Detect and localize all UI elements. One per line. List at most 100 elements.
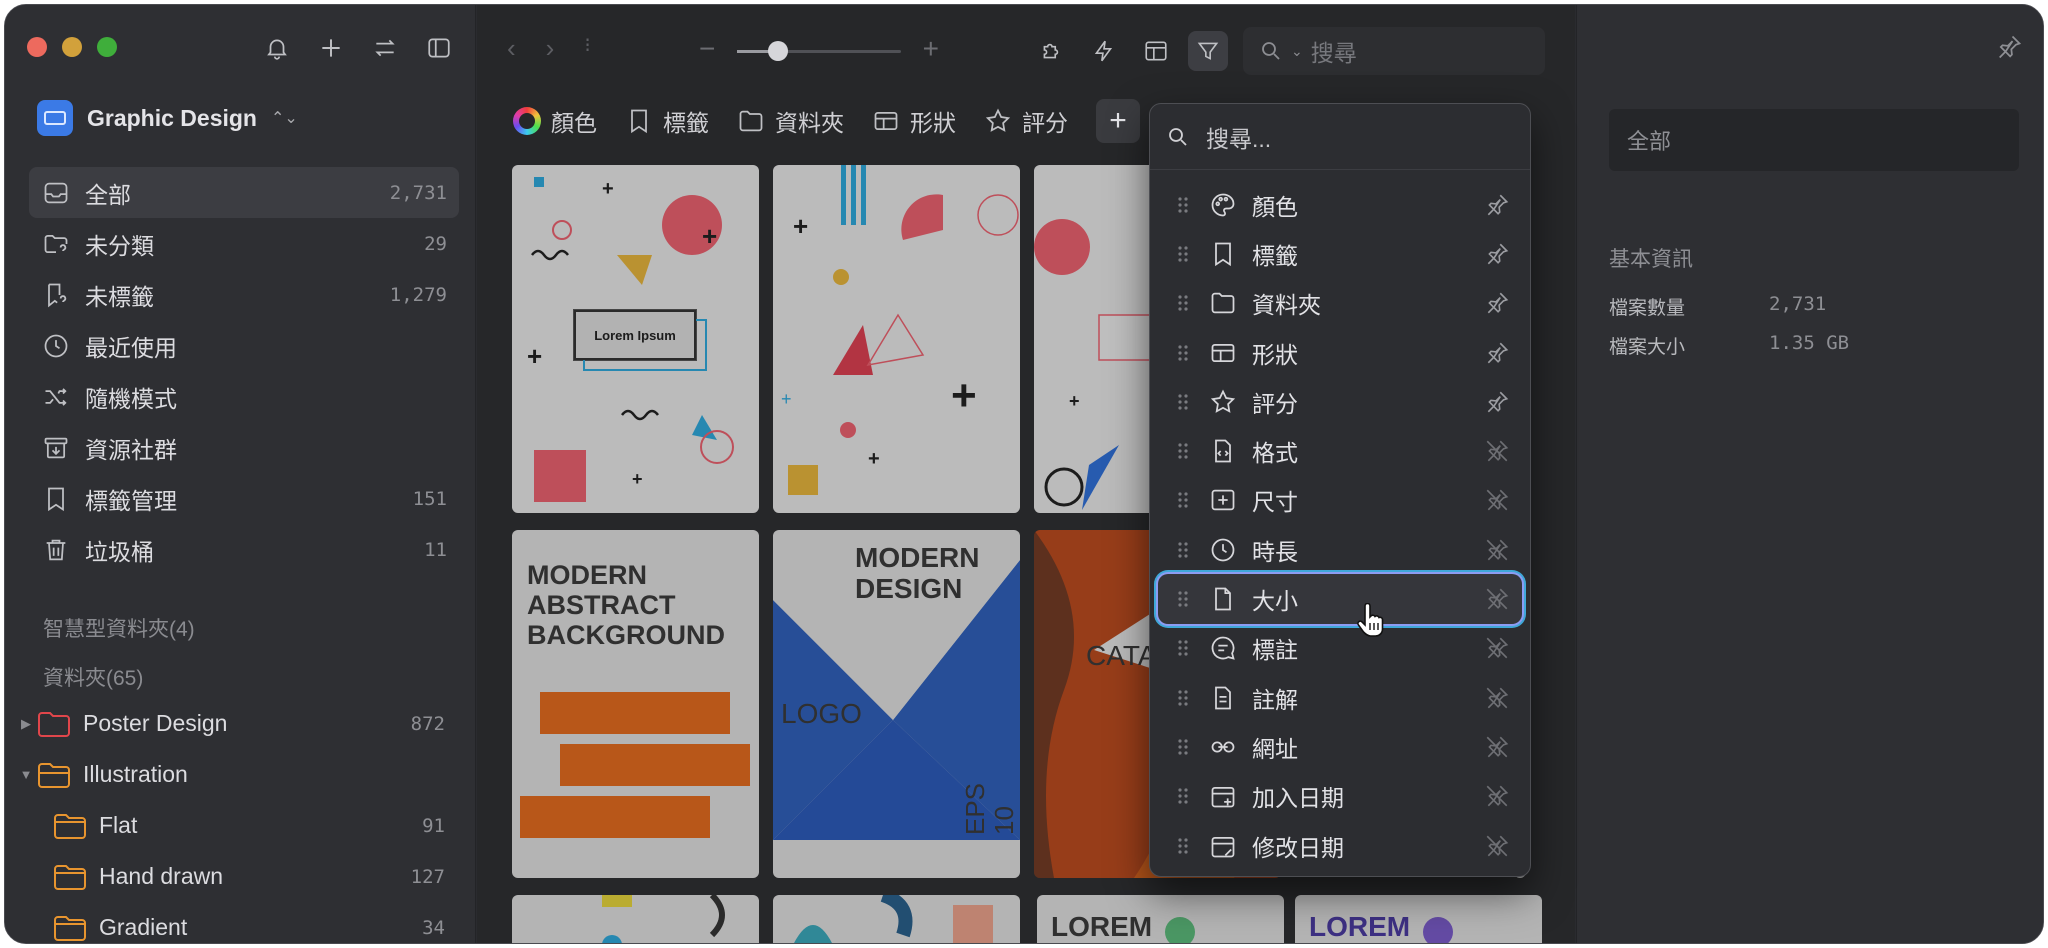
drag-handle-icon[interactable] [1176, 786, 1190, 806]
filter-option[interactable]: 標籤 [1158, 229, 1522, 278]
plus-icon[interactable] [314, 31, 348, 65]
folder-item-illustration[interactable]: ▼ Illustration [15, 749, 459, 800]
asset-thumbnail[interactable] [512, 895, 759, 943]
library-switcher[interactable]: Graphic Design ⌃⌄ [37, 100, 298, 136]
filter-option[interactable]: 加入日期 [1158, 772, 1522, 821]
asset-thumbnail[interactable]: MODERN DESIGN LOGO EPS 10 [773, 530, 1020, 878]
filter-option[interactable]: 評分 [1158, 377, 1522, 426]
filter-rating[interactable]: 評分 [984, 104, 1068, 138]
nav-item-recent[interactable]: 最近使用 [29, 320, 459, 371]
filter-search-input[interactable]: 搜尋... [1150, 104, 1530, 170]
drag-handle-icon[interactable] [1176, 293, 1190, 313]
unpin-icon[interactable] [1484, 833, 1510, 859]
layout-icon[interactable] [1136, 31, 1176, 71]
filter-folders[interactable]: 資料夾 [737, 104, 844, 138]
nav-item-tag-manager[interactable]: 標籤管理 151 [29, 473, 459, 524]
chevron-down-icon[interactable]: ▼ [15, 767, 37, 782]
forward-arrow-icon[interactable]: › [546, 33, 555, 64]
zoom-window-button[interactable] [97, 37, 117, 57]
filter-tags[interactable]: 標籤 [625, 104, 709, 138]
pin-icon[interactable] [1484, 290, 1510, 316]
filter-picker-dropdown: 搜尋... 顏色 標籤 資料夾 形狀 評分 格式 尺寸 時長 大小 標註 註解 網址 加入日期 修改日期 [1149, 103, 1531, 877]
drag-handle-icon[interactable] [1176, 540, 1190, 560]
drag-handle-icon[interactable] [1176, 441, 1190, 461]
asset-thumbnail[interactable]: LOREM IPSUM [1037, 895, 1284, 943]
chevron-right-icon[interactable]: ▶ [15, 716, 37, 732]
filter-option[interactable]: 形狀 [1158, 328, 1522, 377]
drag-handle-icon[interactable] [1176, 343, 1190, 363]
folder-item-hand-drawn[interactable]: Hand drawn 127 [15, 851, 459, 902]
filter-option[interactable]: 資料夾 [1158, 279, 1522, 328]
palette-icon [1208, 190, 1238, 220]
filter-option[interactable]: 時長 [1158, 525, 1522, 574]
drag-handle-icon[interactable] [1176, 589, 1190, 609]
filter-icon[interactable] [1188, 31, 1228, 71]
nav-item-community[interactable]: 資源社群 [29, 422, 459, 473]
filter-option[interactable]: 標註 [1158, 624, 1522, 673]
unpin-icon[interactable] [1484, 438, 1510, 464]
lightning-icon[interactable] [1084, 31, 1124, 71]
drag-handle-icon[interactable] [1176, 392, 1190, 412]
filter-option[interactable]: 顏色 [1158, 180, 1522, 229]
filter-color[interactable]: 顏色 [513, 104, 597, 138]
more-vertical-icon[interactable]: ⁝ [584, 33, 590, 64]
folder-item-gradient[interactable]: Gradient 34 [15, 902, 459, 943]
unpin-icon[interactable] [1484, 685, 1510, 711]
unpin-icon[interactable] [1484, 487, 1510, 513]
asset-thumbnail[interactable] [773, 895, 1020, 943]
filter-shape[interactable]: 形狀 [872, 104, 956, 138]
asset-thumbnail[interactable]: LOREM IPSUM [1295, 895, 1542, 943]
zoom-track[interactable] [737, 41, 901, 61]
folder-item-poster-design[interactable]: ▶ Poster Design 872 [15, 698, 459, 749]
unpin-icon[interactable] [1484, 783, 1510, 809]
pin-icon[interactable] [1484, 340, 1510, 366]
pin-icon[interactable] [1995, 33, 2023, 61]
asset-thumbnail[interactable]: + + + + Lorem Ipsum [512, 165, 759, 513]
drag-handle-icon[interactable] [1176, 244, 1190, 264]
nav-item-trash[interactable]: 垃圾桶 11 [29, 524, 459, 575]
folders-header[interactable]: 資料夾(65) [43, 662, 143, 692]
sidebar-toggle-icon[interactable] [422, 31, 456, 65]
zoom-out-icon[interactable]: − [699, 33, 715, 65]
nav-item-random[interactable]: 隨機模式 [29, 371, 459, 422]
drag-handle-icon[interactable] [1176, 737, 1190, 757]
pin-icon[interactable] [1484, 389, 1510, 415]
swap-icon[interactable] [368, 31, 402, 65]
filter-option[interactable]: 修改日期 [1158, 821, 1522, 870]
pin-icon[interactable] [1484, 241, 1510, 267]
zoom-knob[interactable] [768, 41, 788, 61]
add-filter-button[interactable]: + [1096, 99, 1140, 143]
nav-item-untagged[interactable]: 未標籤 1,279 [29, 269, 459, 320]
filter-option[interactable]: 格式 [1158, 426, 1522, 475]
unpin-icon[interactable] [1484, 734, 1510, 760]
drag-handle-icon[interactable] [1176, 638, 1190, 658]
unpin-icon[interactable] [1484, 537, 1510, 563]
filter-option[interactable]: 大小 [1158, 574, 1522, 624]
bell-icon[interactable] [260, 31, 294, 65]
pin-icon[interactable] [1484, 192, 1510, 218]
close-window-button[interactable] [27, 37, 47, 57]
filter-option[interactable]: 註解 [1158, 673, 1522, 722]
drag-handle-icon[interactable] [1176, 836, 1190, 856]
back-arrow-icon[interactable]: ‹ [507, 33, 516, 64]
search-input[interactable]: ⌄ 搜尋 [1243, 27, 1545, 75]
filter-option[interactable]: 尺寸 [1158, 476, 1522, 525]
unpin-icon[interactable] [1484, 586, 1510, 612]
asset-thumbnail[interactable]: + + + + [773, 165, 1020, 513]
puzzle-icon[interactable] [1032, 31, 1072, 71]
smart-folders-header[interactable]: 智慧型資料夾(4) [43, 613, 195, 643]
drag-handle-icon[interactable] [1176, 688, 1190, 708]
zoom-slider[interactable]: − + [699, 27, 939, 73]
folder-item-flat[interactable]: Flat 91 [15, 800, 459, 851]
filter-option[interactable]: 網址 [1158, 722, 1522, 771]
drag-handle-icon[interactable] [1176, 490, 1190, 510]
unpin-icon[interactable] [1484, 635, 1510, 661]
asset-thumbnail[interactable]: MODERN ABSTRACT BACKGROUND [512, 530, 759, 878]
zoom-in-icon[interactable]: + [923, 33, 939, 65]
nav-item-uncategorized[interactable]: 未分類 29 [29, 218, 459, 269]
minimize-window-button[interactable] [62, 37, 82, 57]
history-arrows: ‹ › ⁝ [507, 33, 591, 64]
name-field[interactable]: 全部 [1609, 109, 2019, 171]
nav-item-all[interactable]: 全部 2,731 [29, 167, 459, 218]
drag-handle-icon[interactable] [1176, 195, 1190, 215]
